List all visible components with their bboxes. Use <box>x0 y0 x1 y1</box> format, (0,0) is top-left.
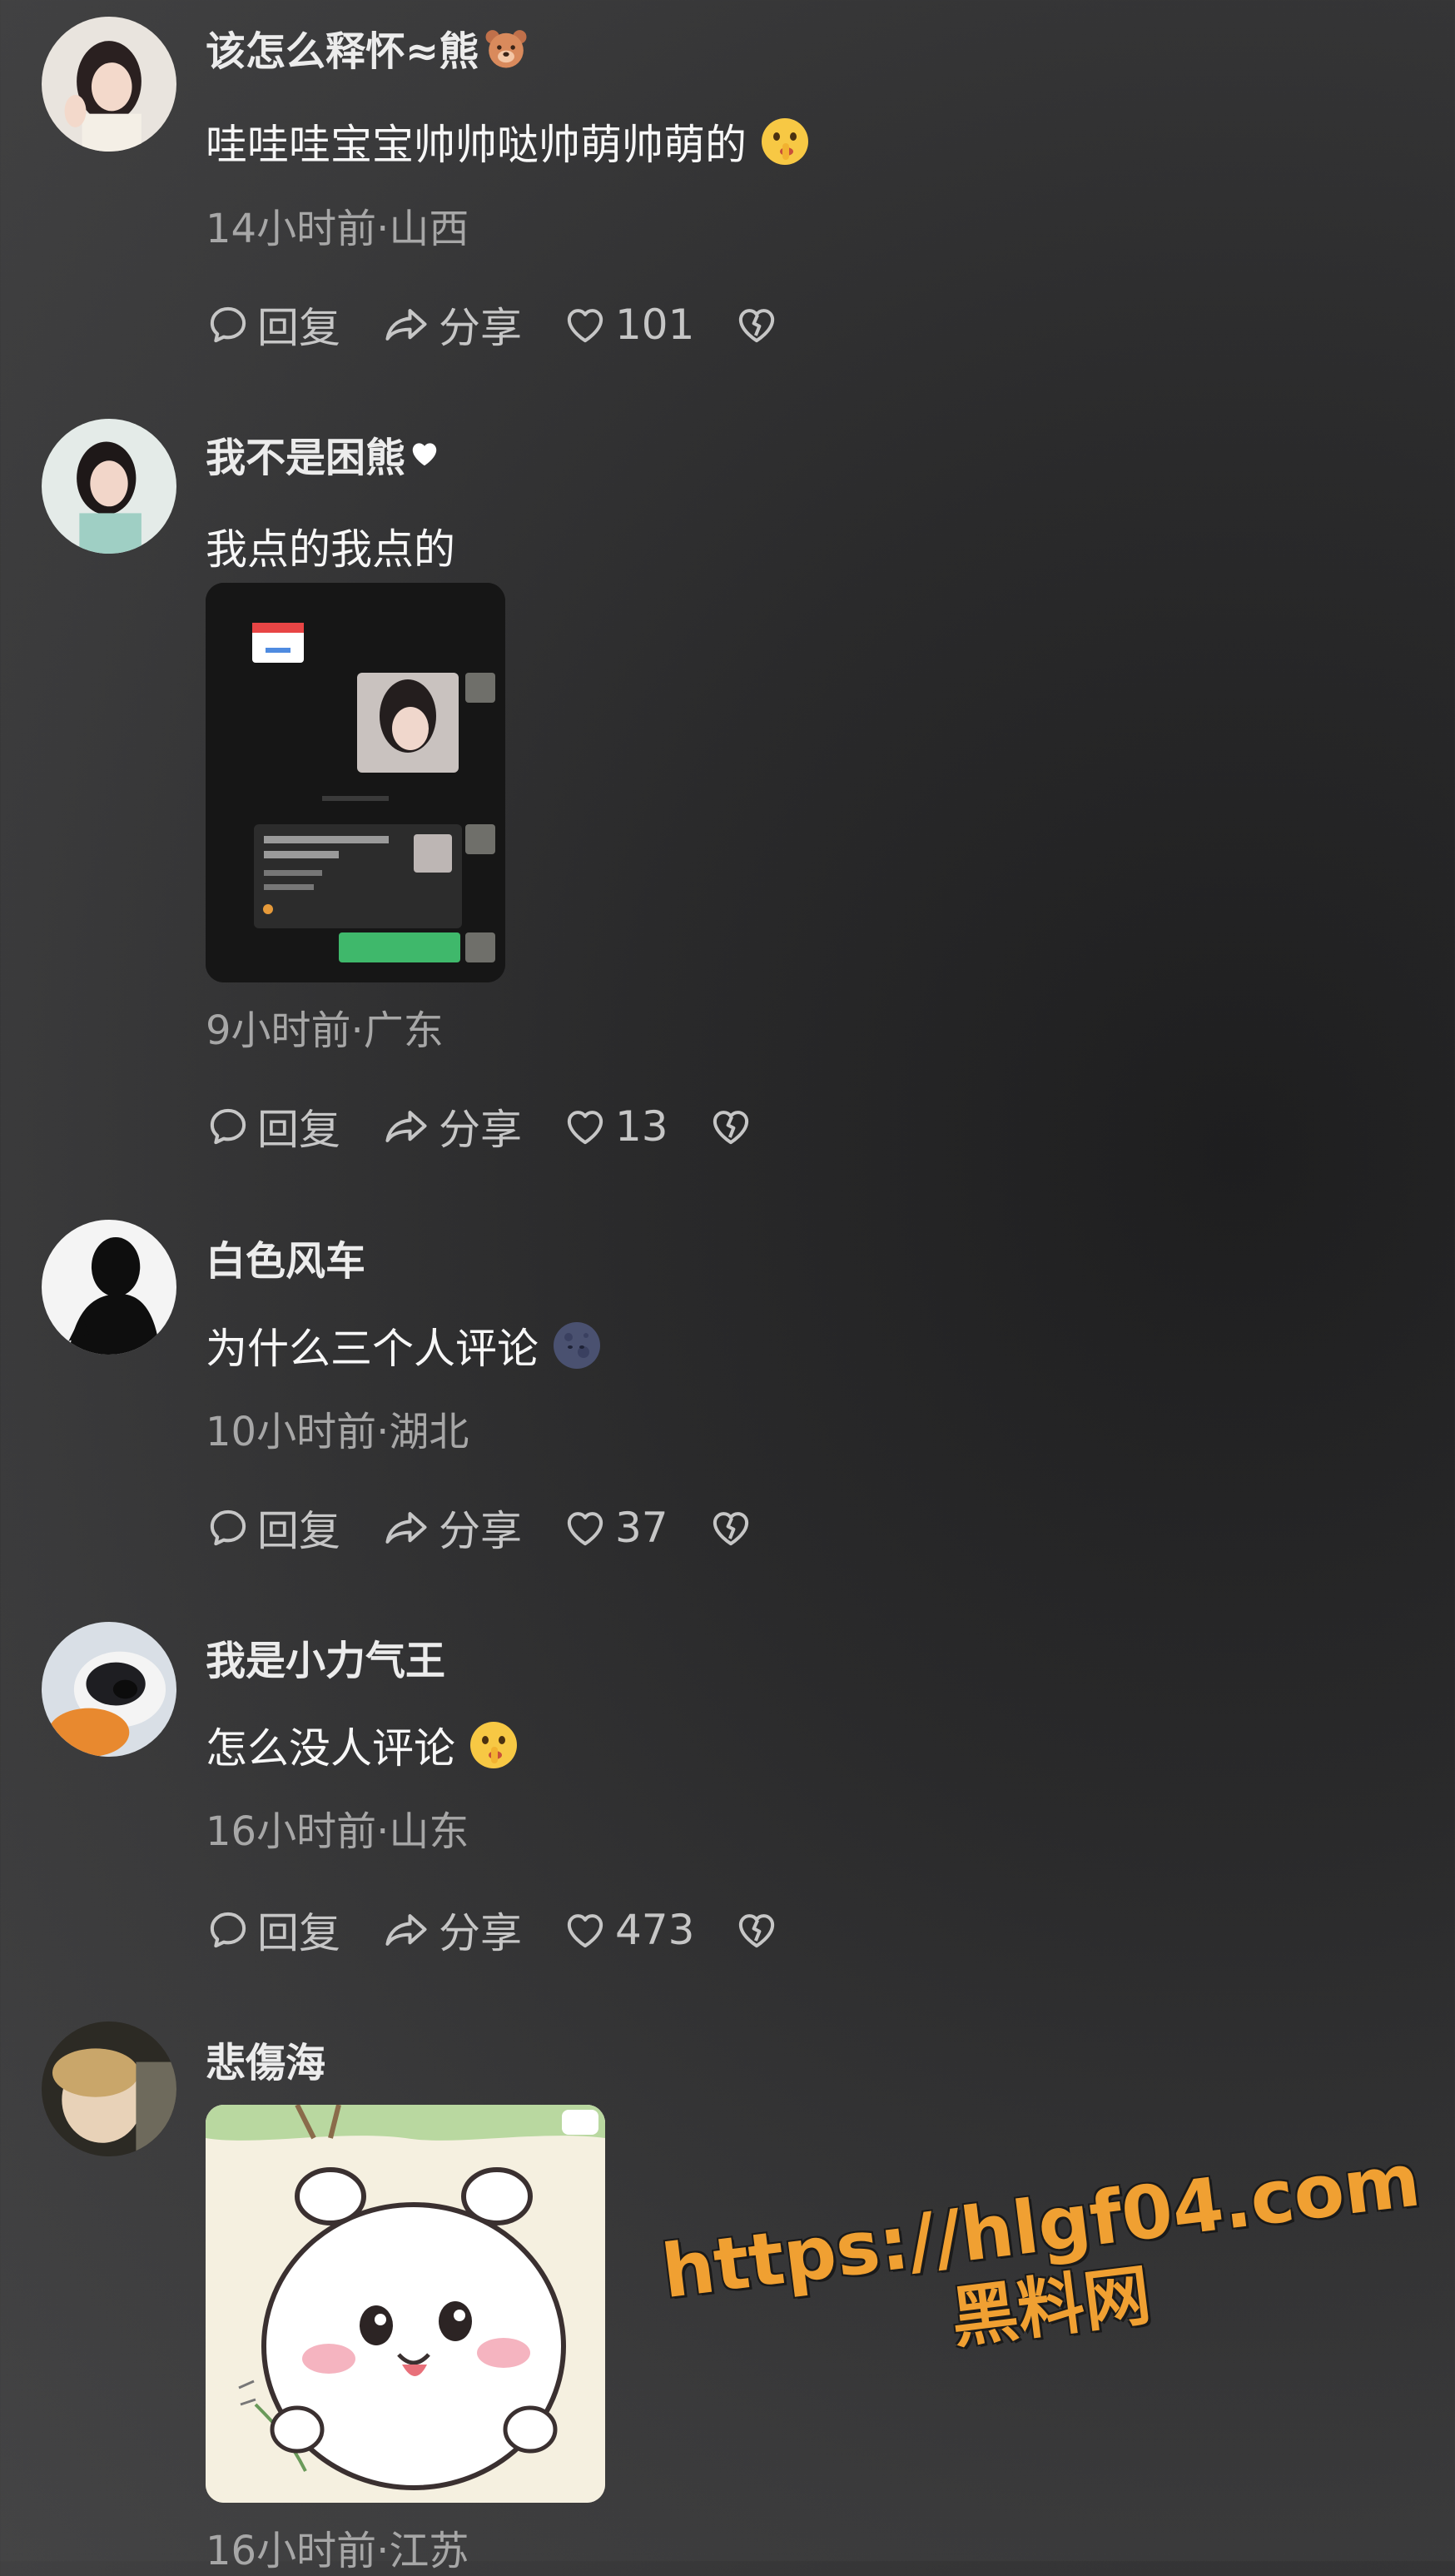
comment-meta: 16小时前·江苏 <box>206 2528 469 2574</box>
reply-label: 回复 <box>257 304 340 352</box>
reply-button[interactable]: 回复 <box>206 1097 340 1156</box>
heart-icon <box>567 309 603 343</box>
avatar[interactable] <box>42 1622 176 1757</box>
comment-text: 哇哇哇宝宝帅帅哒帅萌帅萌的 <box>206 121 747 169</box>
share-button[interactable]: 分享 <box>380 1498 522 1558</box>
dislike-button[interactable] <box>708 1104 753 1149</box>
share-label: 分享 <box>439 1909 522 1957</box>
like-count: 473 <box>615 1906 695 1954</box>
share-label: 分享 <box>439 1507 522 1555</box>
reply-icon <box>210 1912 246 1948</box>
comment-text: 为什么三个人评论 <box>206 1325 539 1373</box>
comment-text: 怎么没人评论 <box>206 1724 455 1773</box>
chat-screenshot-image <box>206 583 505 982</box>
shush-emoji <box>762 118 808 165</box>
username[interactable]: 我是小力气王 <box>206 1628 445 1686</box>
reply-icon <box>210 1108 246 1145</box>
reply-icon <box>210 1509 246 1546</box>
chiikawa-sticker <box>206 2105 605 2503</box>
reply-button[interactable]: 回复 <box>206 295 340 355</box>
share-button[interactable]: 分享 <box>380 295 522 355</box>
white-heart-emoji <box>412 443 437 466</box>
sticker-image[interactable] <box>206 2105 605 2503</box>
heart-icon <box>567 1914 603 1948</box>
avatar[interactable] <box>42 1220 176 1355</box>
attached-screenshot[interactable] <box>206 583 505 982</box>
share-label: 分享 <box>439 304 522 352</box>
reply-label: 回复 <box>257 1106 340 1154</box>
dislike-button[interactable] <box>734 302 779 347</box>
share-icon <box>385 1512 427 1544</box>
broken-heart-icon <box>739 309 775 343</box>
username[interactable]: 我不是困熊 <box>206 425 405 483</box>
like-button[interactable]: 101 <box>562 301 694 349</box>
like-count: 37 <box>615 1504 668 1552</box>
like-button[interactable]: 473 <box>562 1906 694 1954</box>
shush-emoji <box>470 1722 517 1768</box>
username[interactable]: 悲傷海 <box>206 2030 325 2088</box>
share-label: 分享 <box>439 1106 522 1154</box>
dislike-button[interactable] <box>734 1907 779 1952</box>
heart-icon <box>567 1111 603 1145</box>
username[interactable]: 该怎么释怀≈熊 <box>206 18 479 77</box>
watermark: https://hlgf04.com 黑料网 <box>658 2136 1434 2393</box>
comment-meta: 10小时前·湖北 <box>206 1409 469 1455</box>
dislike-button[interactable] <box>708 1505 753 1550</box>
share-icon <box>385 1111 427 1142</box>
avatar[interactable] <box>42 2022 176 2156</box>
like-button[interactable]: 37 <box>562 1504 668 1552</box>
comment-meta: 14小时前·山西 <box>206 206 469 252</box>
reply-icon <box>210 306 246 343</box>
username[interactable]: 白色风车 <box>206 1228 365 1286</box>
reply-button[interactable]: 回复 <box>206 1498 340 1558</box>
reply-button[interactable]: 回复 <box>206 1900 340 1960</box>
comment-text: 我点的我点的 <box>206 525 455 574</box>
bear-emoji <box>485 30 527 68</box>
share-button[interactable]: 分享 <box>380 1900 522 1960</box>
share-button[interactable]: 分享 <box>380 1097 522 1156</box>
heart-icon <box>567 1512 603 1546</box>
comment-meta: 16小时前·山东 <box>206 1808 469 1855</box>
comment-meta: 9小时前·广东 <box>206 1007 444 1054</box>
moon-emoji <box>554 1322 600 1369</box>
like-button[interactable]: 13 <box>562 1102 668 1151</box>
like-count: 101 <box>615 301 695 349</box>
like-count: 13 <box>615 1102 668 1151</box>
broken-heart-icon <box>713 1111 748 1145</box>
avatar[interactable] <box>42 17 176 152</box>
share-icon <box>385 309 427 341</box>
share-icon <box>385 1914 427 1946</box>
broken-heart-icon <box>713 1512 748 1546</box>
broken-heart-icon <box>739 1914 775 1948</box>
avatar[interactable] <box>42 419 176 554</box>
reply-label: 回复 <box>257 1909 340 1957</box>
reply-label: 回复 <box>257 1507 340 1555</box>
